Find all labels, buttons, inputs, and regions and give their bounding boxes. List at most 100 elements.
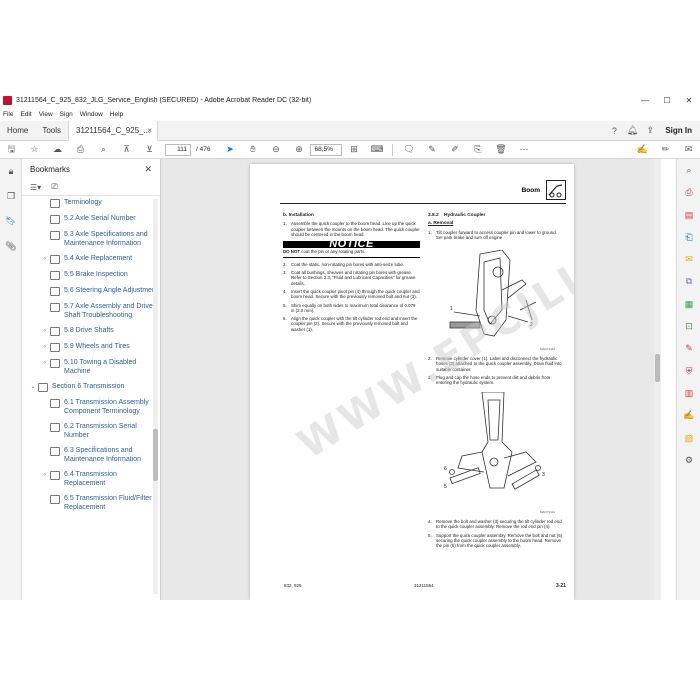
notifications-bell-icon[interactable]: 🔔︎ xyxy=(623,125,641,136)
previous-page-icon[interactable]: ⊼ xyxy=(115,144,138,155)
menu-file[interactable]: File xyxy=(3,111,13,118)
bookmark-label: Terminology xyxy=(64,199,102,206)
sign-in-button[interactable]: Sign In xyxy=(659,126,700,135)
bookmark-icon xyxy=(50,343,60,352)
bookmark-item[interactable]: 6.3 Specifications and Maintenance Infor… xyxy=(22,446,160,464)
save-icon[interactable]: 🖫︎ xyxy=(0,142,23,158)
collapse-caret-icon[interactable]: ⌄ xyxy=(28,382,38,392)
bookmark-item[interactable]: › 5.10 Towing a Disabled Machine xyxy=(22,358,160,376)
delete-icon[interactable]: 🗑︎ xyxy=(489,144,512,155)
bookmark-label: 5.8 Drive Shafts xyxy=(64,327,114,334)
next-page-icon[interactable]: ⊻ xyxy=(138,144,161,155)
export-pdf-icon[interactable]: ⎗ xyxy=(677,226,700,248)
tab-home[interactable]: Home xyxy=(0,121,35,141)
fit-page-icon[interactable]: ⊞ xyxy=(342,144,365,155)
bookmark-options-icon[interactable]: ☰▾ xyxy=(30,183,41,192)
bookmark-icon xyxy=(50,287,60,296)
menu-edit[interactable]: Edit xyxy=(20,111,31,118)
bookmark-item[interactable]: 5.2 Axle Serial Number xyxy=(22,214,160,224)
bookmark-item[interactable]: 5.5 Brake Inspection xyxy=(22,270,160,280)
comment-panel-icon[interactable]: ✉ xyxy=(677,248,700,270)
comment-icon[interactable]: 🗨︎ xyxy=(397,144,420,155)
redact-icon[interactable]: ✎ xyxy=(677,337,700,359)
fill-sign-icon[interactable]: ✍ xyxy=(631,144,654,155)
zoom-in-icon[interactable]: ⊕ xyxy=(287,144,310,155)
expand-caret-icon[interactable]: › xyxy=(40,326,50,336)
tab-tools[interactable]: Tools xyxy=(35,121,68,141)
bookmark-item[interactable]: 5.3 Axle Specifications and Maintenance … xyxy=(22,230,160,248)
bookmark-item[interactable]: 5.7 Axle Assembly and Drive Shaft Troubl… xyxy=(22,302,160,320)
print-icon[interactable]: ⎙ xyxy=(69,144,92,155)
tab-document[interactable]: 31211564_C_925_... × xyxy=(68,120,159,141)
more-tools-icon[interactable]: ⋯ xyxy=(512,144,535,155)
menu-help[interactable]: Help xyxy=(110,111,123,118)
bookmark-item[interactable]: 6.5 Transmission Fluid/Filter Replacemen… xyxy=(22,494,160,512)
bookmarks-scroll-thumb[interactable] xyxy=(153,429,158,481)
stamp-tool-icon[interactable]: ▧ xyxy=(677,427,700,449)
close-bookmarks-icon[interactable]: ✕ xyxy=(144,164,152,175)
hand-tool-icon[interactable]: ✋︎ xyxy=(241,144,264,155)
bookmark-item[interactable]: 6.1 Transmission Assembly Component Term… xyxy=(22,398,160,416)
keyboard-icon[interactable]: ⌨ xyxy=(365,144,388,155)
right-column: 3.8.2 Hydraulic Coupler a. Removal 1. Til… xyxy=(428,213,564,243)
bookmark-label: Section 6 Transmission xyxy=(52,383,125,390)
search-icon[interactable]: ⌕ xyxy=(92,144,115,155)
bookmark-item[interactable]: › 5.8 Drive Shafts xyxy=(22,326,160,336)
create-pdf-icon[interactable]: ⎙ xyxy=(677,181,700,203)
stamp-icon[interactable]: ⎘ xyxy=(466,144,489,155)
search-tool-icon[interactable]: ⌕ xyxy=(677,159,700,181)
request-signature-icon[interactable]: ✍ xyxy=(677,404,700,426)
menu-window[interactable]: Window xyxy=(80,111,103,118)
expand-caret-icon[interactable]: › xyxy=(40,342,50,352)
more-tools-panel-icon[interactable]: ⚙ xyxy=(677,449,700,471)
page-thumbnails-icon[interactable]: ❐ xyxy=(0,184,22,209)
comment-tool-icon[interactable]: ✏ xyxy=(654,144,677,155)
document-scroll-thumb[interactable] xyxy=(655,354,660,382)
lock-icon[interactable]: 🔒︎ xyxy=(0,159,22,184)
bookmark-item[interactable]: 6.2 Transmission Serial Number xyxy=(22,422,160,440)
menu-sign[interactable]: Sign xyxy=(60,111,73,118)
step: 5. Support the quick coupler assembly. Re… xyxy=(428,532,563,549)
organize-pages-icon[interactable]: ▦ xyxy=(677,293,700,315)
attachments-icon[interactable]: 📎︎ xyxy=(0,234,22,259)
fill-sign-panel-icon[interactable]: ▥ xyxy=(677,382,700,404)
close-window-button[interactable]: ✕ xyxy=(678,96,700,105)
bookmark-item[interactable]: › 6.4 Transmission Replacement xyxy=(22,470,160,488)
bookmarks-scrollbar[interactable] xyxy=(153,199,158,594)
select-cursor-icon[interactable]: ➤ xyxy=(218,144,241,155)
bookmark-label: 5.4 Axle Replacement xyxy=(64,255,133,262)
maximize-button[interactable]: ☐ xyxy=(656,96,678,105)
upload-cloud-icon[interactable]: ☁ xyxy=(46,144,69,155)
bookmark-item[interactable]: ⌄ Section 6 Transmission xyxy=(22,382,160,392)
zoom-level-select[interactable]: 68,5% xyxy=(310,143,343,156)
find-bookmark-icon[interactable]: ⎚ xyxy=(51,182,57,192)
share-icon[interactable]: ⇪ xyxy=(641,125,659,136)
help-icon[interactable]: ? xyxy=(605,126,623,136)
expand-caret-icon[interactable]: › xyxy=(40,358,50,376)
caret-spacer xyxy=(40,446,50,464)
draw-icon[interactable]: ✐ xyxy=(443,144,466,155)
compress-pdf-icon[interactable]: ⊡ xyxy=(677,315,700,337)
expand-caret-icon[interactable]: › xyxy=(40,470,50,488)
protect-icon[interactable]: ⛨ xyxy=(677,360,700,382)
edit-pdf-icon[interactable]: ▤ xyxy=(677,204,700,226)
figure-1-caption: MAO71410 xyxy=(540,347,556,351)
notice-text: DO NOT coat the pin or any rotating part… xyxy=(283,249,420,258)
bookmark-star-icon[interactable]: ☆ xyxy=(23,144,46,155)
expand-caret-icon[interactable]: › xyxy=(40,254,50,264)
page-number-input[interactable]: 111 xyxy=(165,143,191,156)
highlight-pen-icon[interactable]: ✎ xyxy=(420,144,443,155)
menu-view[interactable]: View xyxy=(39,111,53,118)
bookmark-item[interactable]: Terminology xyxy=(22,198,160,208)
minimize-button[interactable]: — xyxy=(634,96,656,105)
bookmark-item[interactable]: › 5.9 Wheels and Tires xyxy=(22,342,160,352)
bookmarks-icon[interactable]: 🔖︎ xyxy=(0,209,22,234)
zoom-out-icon[interactable]: ⊖ xyxy=(264,144,287,155)
combine-files-icon[interactable]: ⧉ xyxy=(677,270,700,292)
send-icon[interactable]: ✉ xyxy=(677,144,700,155)
document-scrollbar[interactable] xyxy=(654,159,661,600)
close-tab-icon[interactable]: × xyxy=(147,126,152,135)
bookmark-item[interactable]: 5.6 Steering Angle Adjustment xyxy=(22,286,160,296)
bookmark-label: 6.5 Transmission Fluid/Filter Replacemen… xyxy=(64,495,152,511)
bookmark-item[interactable]: › 5.4 Axle Replacement xyxy=(22,254,160,264)
